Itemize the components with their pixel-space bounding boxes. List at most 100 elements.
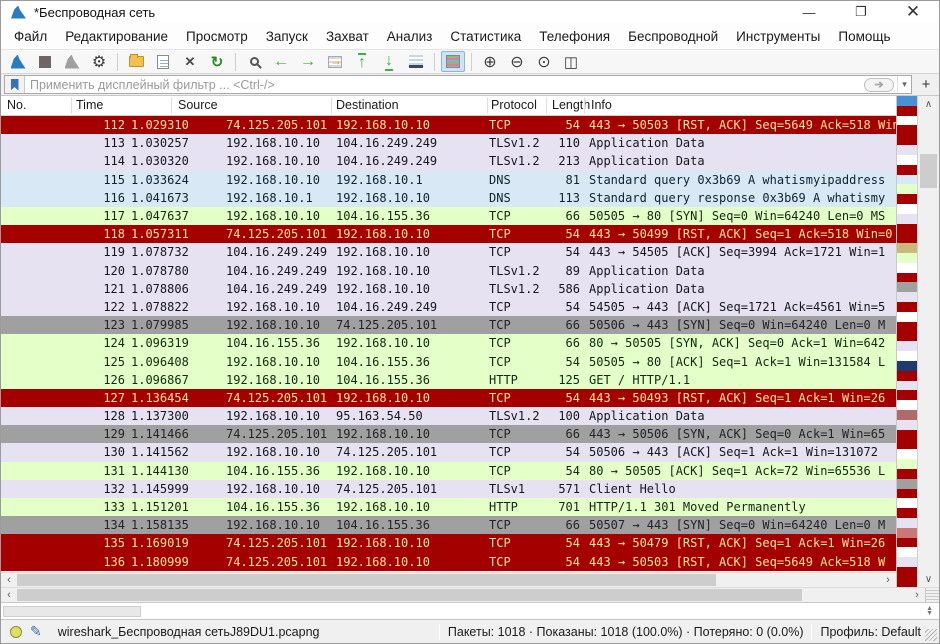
close-button[interactable]: ✕ [887,1,939,23]
open-file-icon[interactable] [124,51,148,72]
packet-row[interactable]: 1261.096867192.168.10.10104.16.155.36HTT… [1,371,896,389]
scroll-left-icon[interactable]: ‹ [1,573,17,587]
go-back-icon[interactable]: ← [269,51,293,72]
packet-row[interactable]: 1361.18099974.125.205.101192.168.10.10TC… [1,553,896,571]
splitter-handle[interactable] [925,588,939,602]
maximize-button[interactable]: ❐ [835,1,887,23]
scroll-down-icon[interactable]: ∨ [918,571,939,587]
packet-row[interactable]: 1191.078732104.16.249.249192.168.10.10TC… [1,243,896,261]
menu-item-0[interactable]: Файл [5,25,56,48]
packet-row[interactable]: 1271.13645474.125.205.101192.168.10.10TC… [1,389,896,407]
packet-row[interactable]: 1351.16901974.125.205.101192.168.10.10TC… [1,534,896,552]
reload-file-icon[interactable]: ↻ [205,51,229,72]
hscroll-thumb[interactable] [17,589,802,601]
go-forward-icon[interactable]: → [296,51,320,72]
capture-comment-icon[interactable]: ✎ [30,623,42,640]
packet-list-hscrollbar[interactable]: ‹ › [1,572,896,587]
menu-item-5[interactable]: Анализ [378,25,442,48]
menu-item-4[interactable]: Захват [317,25,378,48]
vertical-scrollbar[interactable]: ∧ ∨ [917,96,939,587]
resize-grip[interactable] [925,629,937,641]
go-last-icon[interactable]: ↓ [377,51,401,72]
stop-capture-icon[interactable] [33,51,57,72]
vscroll-track[interactable] [918,112,939,571]
find-packet-icon[interactable] [242,51,266,72]
scroll-right-icon[interactable]: › [909,588,925,602]
column-separator[interactable] [546,97,547,114]
zoom-in-icon[interactable]: ⊕ [478,51,502,72]
packet-row[interactable]: 1171.047637192.168.10.10104.16.155.36TCP… [1,207,896,225]
profile-label[interactable]: Профиль: Default [820,625,921,639]
packet-row[interactable]: 1151.033624192.168.10.10192.168.10.1DNS8… [1,171,896,189]
column-header-no[interactable]: No. [7,98,26,112]
packet-row[interactable]: 1281.137300192.168.10.1095.163.54.50TLSv… [1,407,896,425]
go-first-icon[interactable]: ↑ [350,51,374,72]
packet-row[interactable]: 1251.096408192.168.10.10104.16.155.36TCP… [1,352,896,370]
go-to-packet-icon[interactable] [323,51,347,72]
hscroll-track[interactable] [17,573,880,587]
packet-row[interactable]: 1321.145999192.168.10.1074.125.205.101TL… [1,480,896,498]
packet-row[interactable]: 1121.02931074.125.205.101192.168.10.10TC… [1,116,896,134]
packet-row[interactable]: 1331.151201104.16.155.36192.168.10.10HTT… [1,498,896,516]
auto-scroll-icon[interactable] [404,51,428,72]
menu-item-6[interactable]: Статистика [441,25,530,48]
packet-row[interactable]: 1181.05731174.125.205.101192.168.10.10TC… [1,225,896,243]
column-header-source[interactable]: Source [178,98,218,112]
vscroll-thumb[interactable] [920,154,937,188]
column-separator[interactable] [171,97,172,114]
packet-row[interactable]: 1231.079985192.168.10.1074.125.205.101TC… [1,316,896,334]
column-separator[interactable] [584,97,585,114]
capture-options-icon[interactable]: ⚙ [87,51,111,72]
packet-row[interactable]: 1341.158135192.168.10.10104.16.155.36TCP… [1,516,896,534]
save-file-icon[interactable] [151,51,175,72]
minimize-button[interactable]: — [783,1,835,23]
packet-row[interactable]: 1201.078780104.16.249.249192.168.10.10TL… [1,262,896,280]
menu-item-1[interactable]: Редактирование [56,25,177,48]
menu-item-7[interactable]: Телефония [530,25,619,48]
filter-bookmark-button[interactable] [5,76,25,93]
packet-row[interactable]: 1141.030320192.168.10.10104.16.249.249TL… [1,152,896,170]
apply-filter-button[interactable]: ➔ [864,78,894,92]
menu-item-3[interactable]: Запуск [257,25,317,48]
resize-columns-icon[interactable]: ◫ [559,51,583,72]
packet-row[interactable]: 1301.141562192.168.10.1074.125.205.101TC… [1,443,896,461]
menu-item-2[interactable]: Просмотр [177,25,257,48]
expert-info-icon[interactable] [10,626,22,638]
column-separator[interactable] [487,97,488,114]
packet-row[interactable]: 1241.096319104.16.155.36192.168.10.10TCP… [1,334,896,352]
close-file-icon[interactable]: ✕ [178,51,202,72]
menu-item-8[interactable]: Беспроводной [619,25,727,48]
packet-minimap-scrollbar[interactable] [896,96,917,587]
restart-capture-icon[interactable] [60,51,84,72]
menu-item-10[interactable]: Помощь [829,25,899,48]
packet-row[interactable]: 1161.041673192.168.10.1192.168.10.10DNS1… [1,189,896,207]
scroll-right-icon[interactable]: › [880,573,896,587]
column-header-protocol[interactable]: Protocol [491,98,537,112]
column-header-destination[interactable]: Destination [336,98,399,112]
zoom-out-icon[interactable]: ⊖ [505,51,529,72]
hscroll-thumb[interactable] [17,574,716,586]
hscroll-track[interactable] [17,588,909,602]
column-header-time[interactable]: Time [76,98,103,112]
packet-row[interactable]: 1131.030257192.168.10.10104.16.249.249TL… [1,134,896,152]
scroll-left-icon[interactable]: ‹ [1,588,17,602]
packet-no: 121 [1,282,131,296]
packet-row[interactable]: 1291.14146674.125.205.101192.168.10.10TC… [1,425,896,443]
packet-row[interactable]: 1221.078822192.168.10.10104.16.249.249TC… [1,298,896,316]
spin-down-icon[interactable]: ▼ [926,611,933,616]
start-capture-icon[interactable] [6,51,30,72]
column-separator[interactable] [71,97,72,114]
display-filter-input[interactable] [25,78,864,92]
zoom-original-icon[interactable]: ⊙ [532,51,556,72]
scroll-up-icon[interactable]: ∧ [918,96,939,112]
column-separator[interactable] [331,97,332,114]
pane-hscrollbar[interactable]: ‹ › [1,587,939,602]
colorize-icon[interactable] [441,51,465,72]
packet-row[interactable]: 1211.078806104.16.249.249192.168.10.10TL… [1,280,896,298]
filter-dropdown-button[interactable]: ▾ [897,76,911,93]
menu-item-9[interactable]: Инструменты [727,25,829,48]
pane-spinner[interactable]: ▲▼ [926,606,933,616]
column-header-info[interactable]: Info [591,98,612,112]
add-filter-button[interactable]: + [916,75,936,94]
packet-row[interactable]: 1311.144130104.16.155.36192.168.10.10TCP… [1,462,896,480]
